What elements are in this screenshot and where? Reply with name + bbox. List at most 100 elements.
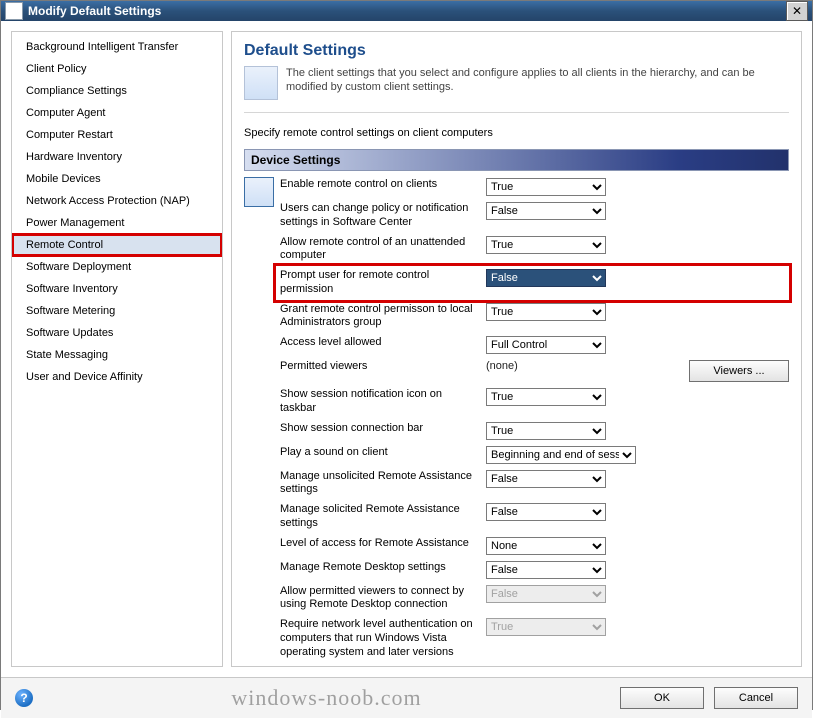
setting-row: Permitted viewers(none) Viewers ...: [280, 357, 789, 385]
setting-select[interactable]: True: [486, 178, 606, 196]
sidebar-item[interactable]: Software Metering: [12, 300, 222, 322]
setting-row: Users can change policy or notification …: [280, 199, 789, 233]
dialog-window: Modify Default Settings ✕ Background Int…: [0, 0, 813, 710]
setting-select[interactable]: False: [486, 561, 606, 579]
titlebar: Modify Default Settings ✕: [1, 1, 812, 21]
sidebar-item-label: Client Policy: [26, 63, 87, 75]
viewers-button[interactable]: Viewers ...: [689, 360, 789, 382]
setting-label: Grant remote control permisson to local …: [280, 303, 486, 331]
sidebar: Background Intelligent Transfer Client Po…: [11, 31, 223, 667]
setting-label: Manage solicited Remote Assistance setti…: [280, 503, 486, 531]
sidebar-item-label: Mobile Devices: [26, 173, 101, 185]
close-button[interactable]: ✕: [786, 1, 808, 21]
setting-label: Show session connection bar: [280, 422, 486, 436]
page-heading: Default Settings: [244, 42, 789, 60]
setting-label: Access level allowed: [280, 336, 486, 350]
setting-select[interactable]: True: [486, 422, 606, 440]
section-header-device-settings: Device Settings: [244, 149, 789, 171]
setting-value-cell: False: [486, 503, 616, 521]
sidebar-item-label: Power Management: [26, 217, 124, 229]
setting-value-cell: True: [486, 178, 616, 196]
setting-select[interactable]: False: [486, 202, 606, 220]
setting-select[interactable]: Beginning and end of session: [486, 446, 636, 464]
setting-select[interactable]: False: [486, 470, 606, 488]
setting-select[interactable]: False: [486, 503, 606, 521]
setting-row: Show session notification icon on taskba…: [280, 385, 789, 419]
divider: [244, 112, 789, 113]
setting-select: True: [486, 618, 606, 636]
window-title: Modify Default Settings: [28, 4, 161, 18]
setting-value-cell: True: [486, 388, 616, 406]
setting-label: Require network level authentication on …: [280, 618, 486, 659]
sidebar-item-label: Background Intelligent Transfer: [26, 41, 178, 53]
sidebar-item-label: State Messaging: [26, 349, 108, 361]
setting-select[interactable]: True: [486, 388, 606, 406]
ok-button[interactable]: OK: [620, 687, 704, 709]
sidebar-item[interactable]: Computer Restart: [12, 124, 222, 146]
window-icon: [5, 2, 23, 20]
sidebar-item[interactable]: User and Device Affinity: [12, 366, 222, 388]
sidebar-item-label: Hardware Inventory: [26, 151, 122, 163]
sidebar-item-label: Network Access Protection (NAP): [26, 195, 190, 207]
setting-row: Manage solicited Remote Assistance setti…: [280, 500, 789, 534]
sidebar-item-label: Software Deployment: [26, 261, 131, 273]
setting-row: Manage unsolicited Remote Assistance set…: [280, 467, 789, 501]
sidebar-item-label: Software Inventory: [26, 283, 118, 295]
sidebar-item[interactable]: Remote Control: [12, 234, 222, 256]
setting-select[interactable]: None: [486, 537, 606, 555]
sidebar-item[interactable]: Mobile Devices: [12, 168, 222, 190]
setting-value-cell: None: [486, 537, 616, 555]
sidebar-item[interactable]: Background Intelligent Transfer: [12, 36, 222, 58]
setting-value-cell: Full Control: [486, 336, 616, 354]
setting-label: Permitted viewers: [280, 360, 486, 374]
sidebar-item[interactable]: Computer Agent: [12, 102, 222, 124]
setting-select[interactable]: True: [486, 303, 606, 321]
setting-value-cell: True: [486, 303, 616, 321]
sidebar-item[interactable]: Software Inventory: [12, 278, 222, 300]
setting-row: Enable remote control on clientsTrue: [280, 175, 789, 199]
instruction-text: Specify remote control settings on clien…: [244, 127, 789, 139]
sidebar-item[interactable]: Power Management: [12, 212, 222, 234]
sidebar-item[interactable]: Network Access Protection (NAP): [12, 190, 222, 212]
setting-static-value: (none): [486, 360, 518, 372]
sidebar-item[interactable]: State Messaging: [12, 344, 222, 366]
setting-row: Allow permitted viewers to connect by us…: [280, 582, 789, 616]
sidebar-item-label: Software Metering: [26, 305, 115, 317]
setting-row: Show session connection barTrue: [280, 419, 789, 443]
setting-value-cell: True: [486, 618, 616, 636]
setting-row: Allow remote control of an unattended co…: [280, 233, 789, 267]
setting-row: Manage Remote Desktop settingsFalse: [280, 558, 789, 582]
sidebar-item-label: Computer Restart: [26, 129, 113, 141]
setting-label: Manage Remote Desktop settings: [280, 561, 486, 575]
setting-select[interactable]: Full Control: [486, 336, 606, 354]
cancel-button[interactable]: Cancel: [714, 687, 798, 709]
setting-select[interactable]: True: [486, 236, 606, 254]
setting-row: Access level allowedFull Control: [280, 333, 789, 357]
setting-label: Allow remote control of an unattended co…: [280, 236, 486, 264]
sidebar-item[interactable]: Software Updates: [12, 322, 222, 344]
setting-select[interactable]: False: [486, 269, 606, 287]
help-icon[interactable]: ?: [15, 689, 33, 707]
sidebar-item[interactable]: Client Policy: [12, 58, 222, 80]
settings-header-icon: [244, 66, 278, 100]
setting-row: Grant remote control permisson to local …: [280, 300, 789, 334]
setting-value-cell: False: [486, 470, 616, 488]
setting-value-cell: False: [486, 269, 616, 287]
close-icon: ✕: [792, 4, 802, 18]
setting-value-cell: True: [486, 422, 616, 440]
sidebar-item[interactable]: Hardware Inventory: [12, 146, 222, 168]
setting-value-cell: (none): [486, 360, 616, 372]
watermark-text: windows-noob.com: [43, 685, 610, 711]
setting-label: Show session notification icon on taskba…: [280, 388, 486, 416]
setting-row: Play a sound on clientBeginning and end …: [280, 443, 789, 467]
setting-value-cell: False: [486, 585, 616, 603]
sidebar-item[interactable]: Software Deployment: [12, 256, 222, 278]
sidebar-item[interactable]: Compliance Settings: [12, 80, 222, 102]
setting-label: Enable remote control on clients: [280, 178, 486, 192]
sidebar-item-label: Remote Control: [26, 239, 103, 251]
setting-label: Allow permitted viewers to connect by us…: [280, 585, 486, 613]
settings-grid: Enable remote control on clientsTrueUser…: [280, 175, 789, 662]
sidebar-item-label: Computer Agent: [26, 107, 106, 119]
device-settings-icon: [244, 177, 274, 207]
setting-row: Level of access for Remote AssistanceNon…: [280, 534, 789, 558]
